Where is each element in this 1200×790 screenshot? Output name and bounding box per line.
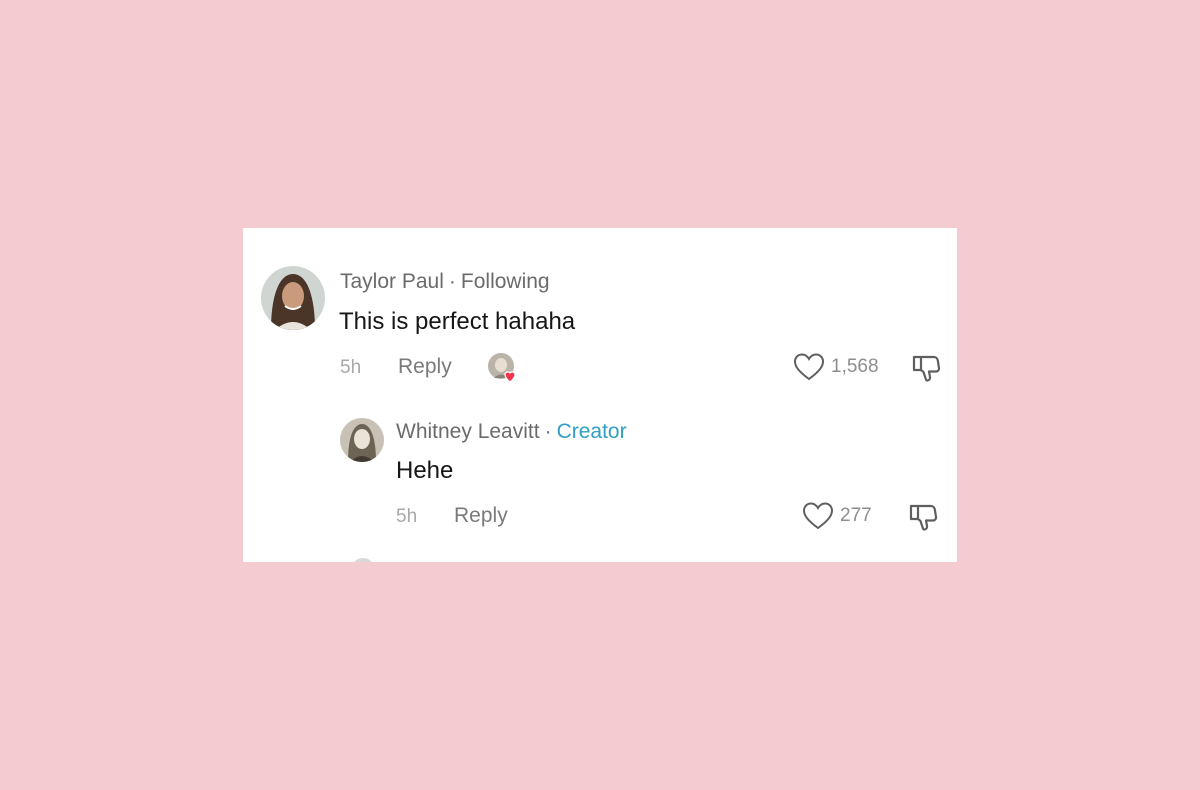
creator-badge: Creator bbox=[556, 420, 627, 443]
next-comment-avatar-peek bbox=[351, 558, 375, 562]
reply-text: Hehe bbox=[396, 457, 454, 484]
comment-meta: Taylor Paul · Following bbox=[340, 270, 550, 294]
avatar-whitney-leavitt[interactable] bbox=[340, 418, 384, 462]
thumbs-down-icon bbox=[909, 504, 938, 531]
creator-liked-badge bbox=[487, 352, 517, 383]
reply-like-button[interactable]: 277 bbox=[802, 501, 872, 531]
heart-badge-icon bbox=[504, 371, 516, 383]
heart-outline-icon bbox=[802, 502, 834, 530]
reply-meta: Whitney Leavitt · Creator bbox=[396, 420, 627, 444]
avatar-taylor-paul[interactable] bbox=[261, 266, 325, 330]
reply-like-count: 277 bbox=[840, 505, 872, 526]
reply-to-reply-button[interactable]: Reply bbox=[454, 504, 508, 528]
reply-dislike-button[interactable] bbox=[907, 501, 939, 538]
comment-author-name[interactable]: Taylor Paul bbox=[340, 270, 444, 293]
meta-separator: · bbox=[544, 420, 552, 443]
heart-outline-icon bbox=[793, 353, 825, 381]
comment-like-count: 1,568 bbox=[831, 356, 879, 377]
meta-separator: · bbox=[448, 270, 456, 293]
thumbs-down-icon bbox=[912, 355, 941, 382]
comment-timestamp: 5h bbox=[340, 357, 362, 378]
reply-author-name[interactable]: Whitney Leavitt bbox=[396, 420, 540, 443]
comment-dislike-button[interactable] bbox=[910, 352, 942, 389]
comment-thread: Taylor Paul · Following This is perfect ha… bbox=[243, 228, 957, 562]
comment-like-button[interactable]: 1,568 bbox=[793, 352, 879, 382]
reply-timestamp: 5h bbox=[396, 506, 418, 527]
reply-button[interactable]: Reply bbox=[398, 355, 452, 379]
following-label: Following bbox=[460, 270, 550, 293]
comment-text: This is perfect hahaha bbox=[339, 308, 576, 335]
